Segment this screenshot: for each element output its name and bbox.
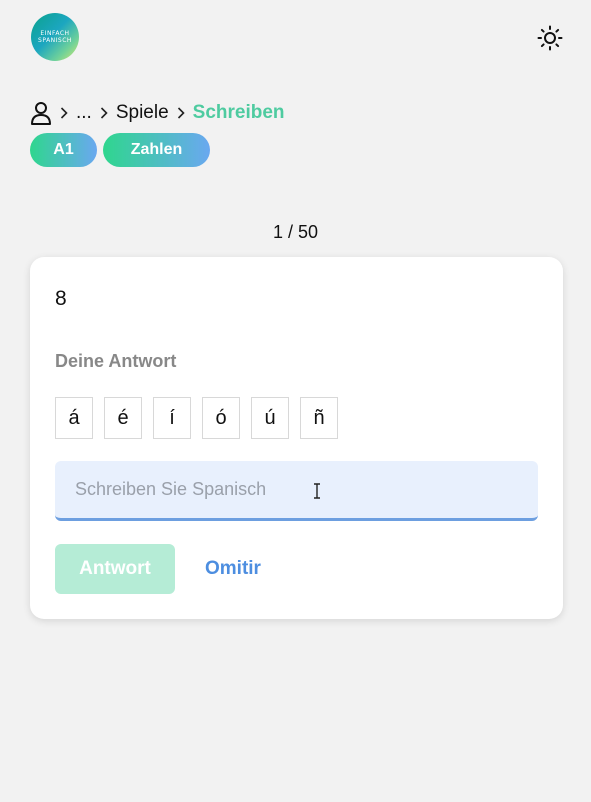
level-tag: A1: [30, 133, 97, 167]
theme-toggle-button[interactable]: [537, 25, 563, 51]
answer-field-wrapper: [55, 461, 538, 521]
accent-button-u[interactable]: ú: [251, 397, 289, 439]
breadcrumb: ... Spiele Schreiben: [30, 99, 285, 127]
chevron-right-icon: [175, 107, 187, 119]
app-logo[interactable]: EINFACH SPANISCH: [31, 13, 79, 61]
logo-text-line1: EINFACH: [40, 30, 70, 37]
exercise-card: 8 Deine Antwort á é í ó ú ñ Antwort Omit…: [30, 257, 563, 619]
user-icon[interactable]: [30, 101, 52, 125]
logo-text-line2: SPANISCH: [38, 37, 72, 44]
sun-icon: [537, 25, 563, 51]
accent-button-o[interactable]: ó: [202, 397, 240, 439]
accent-button-i[interactable]: í: [153, 397, 191, 439]
chevron-right-icon: [98, 107, 110, 119]
breadcrumb-current: Schreiben: [192, 102, 285, 123]
topic-tag: Zahlen: [103, 133, 210, 167]
text-cursor-icon: [314, 483, 320, 499]
progress-counter: 1 / 50: [272, 222, 319, 242]
skip-button[interactable]: Omitir: [205, 544, 261, 594]
accent-buttons: á é í ó ú ñ: [55, 397, 338, 439]
breadcrumb-parent[interactable]: Spiele: [116, 102, 169, 124]
accent-button-n[interactable]: ñ: [300, 397, 338, 439]
accent-button-e[interactable]: é: [104, 397, 142, 439]
submit-answer-button[interactable]: Antwort: [55, 544, 175, 594]
accent-button-a[interactable]: á: [55, 397, 93, 439]
answer-label: Deine Antwort: [55, 351, 177, 371]
chevron-right-icon: [58, 107, 70, 119]
tag-list: A1 Zahlen: [30, 133, 210, 167]
prompt-text: 8: [55, 287, 67, 310]
answer-input[interactable]: [55, 461, 538, 518]
breadcrumb-ellipsis[interactable]: ...: [76, 102, 92, 124]
